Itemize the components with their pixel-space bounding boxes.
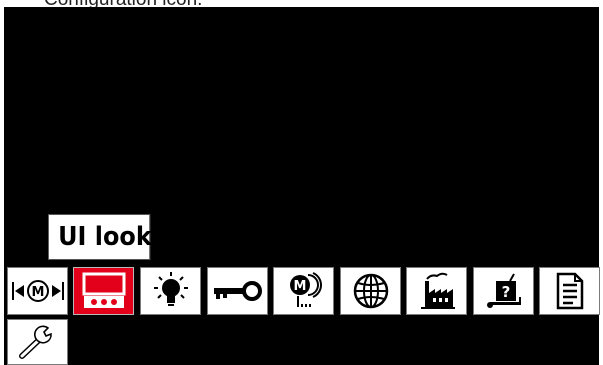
tile-access-control[interactable] — [207, 267, 268, 315]
ui-look-tooltip: UI look — [48, 214, 152, 260]
tile-info[interactable] — [539, 267, 600, 315]
tile-help[interactable]: ? — [473, 267, 534, 315]
tile-factory-reset[interactable] — [406, 267, 467, 315]
key-icon — [213, 281, 262, 301]
tile-service[interactable] — [7, 319, 68, 365]
tile-brightness[interactable] — [140, 267, 201, 315]
tile-language[interactable] — [340, 267, 401, 315]
memory-transfer-icon: M — [11, 280, 64, 302]
light-bulb-icon — [153, 272, 188, 306]
factory-icon — [420, 272, 455, 309]
globe-icon — [353, 273, 388, 309]
document-icon — [556, 272, 583, 310]
memory-transfer-glyph: M — [31, 285, 44, 300]
display-icon — [82, 272, 125, 308]
memory-m-glyph: M — [293, 279, 306, 294]
help-glyph: ? — [501, 283, 510, 301]
memory-m-icon: M — [289, 272, 322, 307]
wrench-icon — [18, 325, 52, 359]
tile-ui-look[interactable] — [73, 267, 134, 315]
tile-memory-transfer[interactable]: M — [7, 267, 68, 315]
question-cart-icon: ? — [486, 273, 521, 308]
tile-memory-settings[interactable]: M — [273, 267, 334, 315]
